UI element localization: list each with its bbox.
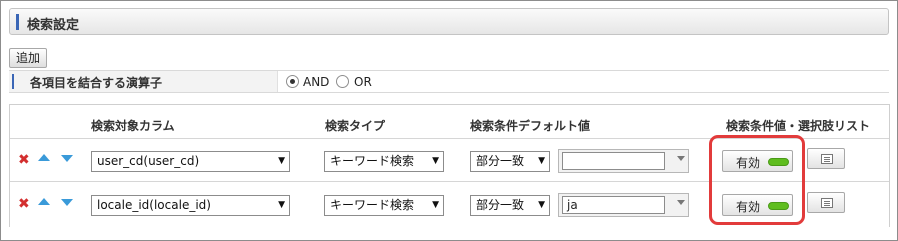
chevron-down-icon: ▼ [278,200,285,210]
chevron-down-icon[interactable] [677,156,685,161]
option-list-button[interactable] [807,192,845,213]
arrow-down-icon[interactable] [61,199,73,206]
default-value-input[interactable]: ja [562,196,665,214]
search-type-value: キーワード検索 [330,154,415,168]
column-header-target: 検索対象カラム [91,119,175,133]
radio-and[interactable] [286,75,299,88]
operator-label-cell: 各項目を結合する演算子 [9,71,277,92]
column-header-type: 検索タイプ [325,119,386,133]
search-type-select[interactable]: キーワード検索 ▼ [324,195,444,216]
delete-x-icon[interactable]: ✖ [18,153,30,167]
chevron-down-icon: ▼ [432,200,439,210]
divider [277,71,278,92]
match-type-value: 部分一致 [476,198,525,212]
section-header: 検索設定 [9,8,889,35]
search-type-value: キーワード検索 [330,198,415,212]
option-list-button[interactable] [807,148,845,169]
list-icon [821,154,833,164]
operator-accent-bar [12,74,14,89]
column-select-value: locale_id(locale_id) [97,198,211,212]
add-button[interactable]: 追加 [9,48,47,68]
delete-x-icon[interactable]: ✖ [18,197,30,211]
arrow-up-icon[interactable] [38,198,50,205]
chevron-down-icon[interactable] [677,200,685,205]
header-accent-bar [16,14,19,30]
chevron-down-icon: ▼ [432,156,439,166]
radio-and-label[interactable]: AND [303,75,329,89]
match-type-select[interactable]: 部分一致 ▼ [470,195,550,216]
radio-or-label[interactable]: OR [354,75,372,89]
page-title: 検索設定 [27,18,80,33]
chevron-down-icon: ▼ [538,156,545,166]
column-header-default: 検索条件デフォルト値 [470,119,591,133]
column-header-values: 検索条件値・選択肢リスト [726,119,871,133]
list-icon [821,198,833,208]
arrow-up-icon[interactable] [38,154,50,161]
operator-row: 各項目を結合する演算子 AND OR [9,70,889,93]
arrow-down-icon[interactable] [61,155,73,162]
search-type-select[interactable]: キーワード検索 ▼ [324,151,444,172]
chevron-down-icon: ▼ [278,156,285,166]
operator-label: 各項目を結合する演算子 [30,76,163,90]
match-type-select[interactable]: 部分一致 ▼ [470,151,550,172]
highlight-annotation [709,135,805,225]
radio-or[interactable] [336,75,349,88]
match-type-value: 部分一致 [476,154,525,168]
column-select[interactable]: user_cd(user_cd) ▼ [91,151,290,172]
default-value-input[interactable] [562,152,665,170]
chevron-down-icon: ▼ [538,200,545,210]
column-select-value: user_cd(user_cd) [97,154,200,168]
default-value-combo[interactable] [558,149,689,173]
column-select[interactable]: locale_id(locale_id) ▼ [91,195,290,216]
default-value-combo[interactable]: ja [558,193,689,217]
